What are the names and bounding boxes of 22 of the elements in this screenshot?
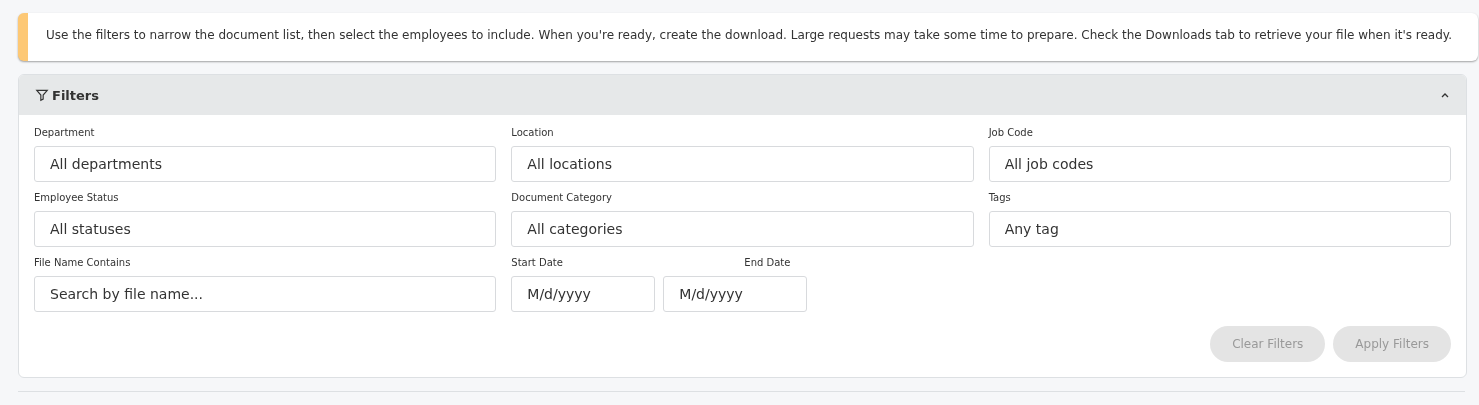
field-label: Department bbox=[34, 127, 96, 140]
select-field[interactable]: All departments bbox=[34, 146, 497, 182]
select-field[interactable]: All locations bbox=[511, 146, 974, 182]
select-field[interactable]: Any tag bbox=[988, 211, 1451, 247]
field-label: Employee Status bbox=[34, 192, 120, 205]
field-label: Tags bbox=[988, 192, 1012, 205]
field-label: Start Date bbox=[511, 257, 564, 270]
field-label: Job Code bbox=[988, 127, 1034, 140]
filter-icon bbox=[35, 88, 49, 102]
date-field[interactable]: M/d/yyyy bbox=[663, 276, 808, 312]
filters-title: Filters bbox=[35, 87, 99, 103]
filters-header[interactable]: Filters bbox=[19, 75, 1466, 115]
date-field[interactable]: M/d/yyyy bbox=[511, 276, 656, 312]
field-label: File Name Contains bbox=[34, 257, 132, 270]
field-label: Location bbox=[511, 127, 555, 140]
select-field[interactable]: All categories bbox=[511, 211, 974, 247]
search-field[interactable]: Search by file name... bbox=[34, 276, 497, 312]
field-label: End Date bbox=[743, 257, 791, 270]
select-field[interactable]: All statuses bbox=[34, 211, 497, 247]
notice-message: Use the filters to narrow the document list, then select the employees to include. When you're ready, create the download. Large requests may take some time to prepare. Check the Downloads tab to retrieve your file when it's ready. bbox=[18, 13, 1478, 61]
field-label: Document Category bbox=[511, 192, 613, 205]
select-field[interactable]: All job codes bbox=[988, 146, 1451, 182]
